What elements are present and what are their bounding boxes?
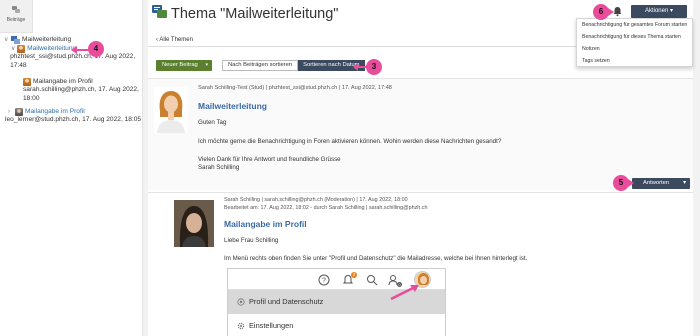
post-edited-line: Bearbeitet am: 17. Aug 2022, 18:02 - dur… bbox=[224, 205, 428, 211]
main-content: Thema "Mailweiterleitung" Aktionen ▾ Ben… bbox=[148, 0, 693, 336]
new-post-button[interactable]: Neuer Beitrag ▾ bbox=[156, 60, 212, 71]
tree-item-reply[interactable]: Mailangabe im Profil sarah.schilling@phz… bbox=[23, 78, 141, 103]
svg-text:?: ? bbox=[322, 278, 326, 285]
post-author-line: Sarah Schilling | sarah.schilling@phzh.c… bbox=[224, 197, 408, 203]
chevron-right-icon[interactable]: › bbox=[8, 108, 15, 116]
tab-posts[interactable]: Beiträge bbox=[0, 0, 33, 33]
pointer-arrow-icon bbox=[71, 46, 89, 54]
post-title: Mailangabe im Profil bbox=[224, 219, 307, 229]
search-icon bbox=[367, 275, 378, 286]
forum-topic-icon bbox=[152, 5, 167, 18]
tree-item-label: Mailweiterleitung bbox=[22, 36, 72, 43]
help-icon: ? bbox=[318, 274, 330, 286]
tab-posts-label: Beiträge bbox=[6, 17, 26, 23]
actions-button[interactable]: Aktionen ▾ bbox=[631, 5, 687, 18]
page-title: Thema "Mailweiterleitung" bbox=[171, 6, 339, 22]
posts-icon bbox=[12, 6, 20, 13]
chevron-down-icon[interactable]: ∨ bbox=[4, 36, 11, 44]
callout-badge-3: 3 bbox=[366, 59, 382, 75]
caret-down-icon[interactable]: ▾ bbox=[683, 178, 686, 189]
embedded-menu-label: Einstellungen bbox=[249, 321, 294, 330]
post: Sarah Schilling | sarah.schilling@phzh.c… bbox=[148, 192, 693, 336]
post-meta: Sarah Schilling-Test (Stud) | phzhtest_s… bbox=[198, 85, 392, 91]
pointer-arrow-icon bbox=[353, 63, 367, 71]
tree-item-post[interactable]: › Mailangabe im Profil leo_lerner@stud.p… bbox=[4, 108, 142, 125]
pointer-arrow-icon bbox=[608, 8, 614, 16]
tree-item-title[interactable]: Mailangabe im Profil bbox=[25, 108, 141, 116]
reply-label: Antworten bbox=[643, 180, 670, 186]
post-body: Ich möchte gerne die Benachrichtigung in… bbox=[198, 138, 502, 145]
post-title: Mailweiterleitung bbox=[198, 101, 267, 111]
post-greeting: Guten Tag bbox=[198, 119, 227, 126]
sort-toggle: Nach Beiträgen sortieren Sortieren nach … bbox=[222, 60, 365, 71]
menu-item-tags[interactable]: Tags setzen bbox=[577, 55, 692, 67]
avatar bbox=[17, 45, 26, 53]
post-meta: Sarah Schilling | sarah.schilling@phzh.c… bbox=[224, 196, 427, 212]
tree-item-author: leo_lerner@stud.phzh.ch, 17. Aug 2022, 1… bbox=[5, 116, 142, 124]
tree-item-root[interactable]: ∨ Mailweiterleitung bbox=[4, 36, 71, 44]
actions-label: Aktionen bbox=[644, 8, 669, 14]
actions-menu: Benachrichtigung für gesamtes Forum star… bbox=[576, 18, 693, 67]
pointer-arrow-icon bbox=[628, 179, 634, 187]
avatar bbox=[154, 87, 188, 133]
sort-by-posts-button[interactable]: Nach Beiträgen sortieren bbox=[222, 60, 299, 71]
new-post-label: Neuer Beitrag bbox=[162, 62, 198, 68]
avatar bbox=[15, 108, 23, 116]
settings-icon bbox=[237, 322, 245, 330]
avatar bbox=[23, 78, 31, 86]
privacy-icon bbox=[237, 298, 245, 306]
embedded-screenshot: ? 2 0 Profil und Datenschutz Einstellung… bbox=[227, 268, 446, 336]
menu-item-notes[interactable]: Notizen bbox=[577, 43, 692, 55]
forum-icon bbox=[11, 36, 20, 44]
tree-item-title[interactable]: Mailangabe im Profil bbox=[33, 78, 141, 86]
back-link[interactable]: ‹ Alle Themen bbox=[156, 37, 193, 43]
back-link-label: Alle Themen bbox=[159, 37, 193, 43]
post-greeting: Liebe Frau Schilling bbox=[224, 237, 279, 244]
embedded-menu-label: Profil und Datenschutz bbox=[249, 297, 324, 306]
notification-count-badge: 2 bbox=[351, 272, 357, 278]
avatar bbox=[174, 200, 214, 247]
tree-item-author: sarah.schilling@phzh.ch, 17. Aug 2022, 1… bbox=[23, 86, 139, 102]
post: Sarah Schilling-Test (Stud) | phzhtest_s… bbox=[148, 78, 693, 190]
callout-badge-4: 4 bbox=[88, 41, 104, 57]
post-signature: Sarah Schilling bbox=[198, 164, 240, 171]
separator bbox=[693, 0, 700, 336]
embedded-menu-item-settings: Einstellungen bbox=[228, 314, 445, 336]
pointer-arrow-icon bbox=[390, 285, 419, 301]
menu-item-forum-notification[interactable]: Benachrichtigung für gesamtes Forum star… bbox=[577, 19, 692, 31]
post-body: Im Menü rechts oben finden Sie unter "Pr… bbox=[224, 255, 528, 262]
menu-item-topic-notification[interactable]: Benachrichtigung für dieses Thema starte… bbox=[577, 31, 692, 43]
tree-item-author: phzhtest_ssi@stud.phzh.ch, 17. Aug 2022,… bbox=[10, 53, 136, 69]
reply-button[interactable]: Antworten ▾ bbox=[632, 178, 690, 189]
caret-down-icon[interactable]: ▾ bbox=[205, 60, 208, 71]
